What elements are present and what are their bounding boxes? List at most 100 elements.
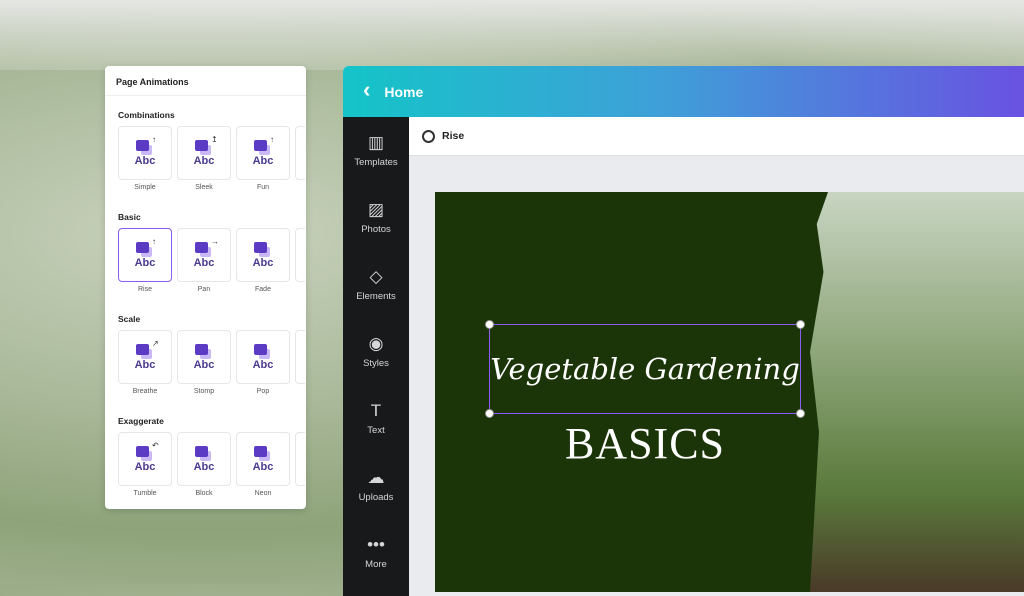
animation-tile-rise[interactable]: ↑ Abc	[118, 228, 172, 282]
editor-window: ‹ Home ▥ Templates ▨ Photos ◇ Elements ◉ Styles…	[343, 66, 1024, 596]
image-icon	[195, 446, 208, 457]
elements-icon: ◇	[369, 266, 383, 286]
tile-preview-text: Abc	[252, 155, 274, 167]
design-canvas[interactable]: Vegetable Gardening BASICS	[435, 192, 1024, 592]
tile-preview-text: Abc	[134, 155, 156, 167]
arrow-icon: ↶	[152, 441, 159, 450]
tile-label: Stomp	[193, 388, 215, 395]
tile-preview-text: Abc	[134, 359, 156, 371]
arrow-icon: ↑	[152, 135, 156, 144]
animation-tile-simple[interactable]: ↑ Abc	[118, 126, 172, 180]
tile-preview-text: Abc	[193, 257, 215, 269]
image-icon	[254, 140, 267, 151]
resize-handle[interactable]	[485, 320, 494, 329]
sidebar-item-label: Templates	[354, 156, 398, 168]
arrow-icon: ↥	[211, 135, 218, 144]
sidebar-item-elements[interactable]: ◇ Elements	[343, 251, 409, 318]
sidebar-item-templates[interactable]: ▥ Templates	[343, 117, 409, 184]
page-animations-panel: Page Animations Combinations ↑ Abc Simple ↥ A…	[105, 66, 306, 509]
header: ‹ Home	[343, 66, 1024, 117]
animation-tile-sleek[interactable]: ↥ Abc	[177, 126, 231, 180]
animation-tile-fade[interactable]: Abc	[236, 228, 290, 282]
section-heading: Combinations	[118, 110, 175, 120]
image-icon	[136, 344, 149, 355]
image-icon	[195, 140, 208, 151]
tile-label: Sleek	[195, 184, 213, 191]
sidebar-item-more[interactable]: ••• More	[343, 519, 409, 586]
sidebar-item-label: Elements	[356, 290, 396, 302]
subtitle-text[interactable]: BASICS	[489, 418, 801, 469]
animation-button[interactable]: Rise	[442, 130, 464, 142]
animation-tile-stomp[interactable]: Abc	[177, 330, 231, 384]
animation-tile-tumble[interactable]: ↶ Abc	[118, 432, 172, 486]
resize-handle[interactable]	[796, 409, 805, 418]
tile-preview-text: Abc	[134, 461, 156, 473]
toolbar: Rise	[409, 117, 1024, 156]
section-heading: Basic	[118, 212, 141, 222]
tile-label: Breathe	[132, 388, 158, 395]
image-icon	[136, 140, 149, 151]
tile-label: Pop	[256, 388, 270, 395]
tile-label: Pan	[197, 286, 211, 293]
tile-label: Neon	[254, 490, 272, 497]
more-tile[interactable]	[295, 228, 305, 282]
sidebar-item-photos[interactable]: ▨ Photos	[343, 184, 409, 251]
tile-preview-text: Abc	[134, 257, 156, 269]
image-icon	[254, 344, 267, 355]
templates-icon: ▥	[367, 132, 385, 152]
image-icon	[136, 242, 149, 253]
tile-preview-text: Abc	[193, 155, 215, 167]
sidebar-item-uploads[interactable]: ☁ Uploads	[343, 452, 409, 519]
sidebar-item-styles[interactable]: ◉ Styles	[343, 318, 409, 385]
more-icon: •••	[367, 534, 385, 554]
image-icon	[136, 446, 149, 457]
arrow-icon: ↑	[152, 237, 156, 246]
tile-label: Fade	[255, 286, 271, 293]
tile-label: Tumble	[133, 490, 157, 497]
image-icon	[254, 446, 267, 457]
tile-preview-text: Abc	[193, 461, 215, 473]
more-tile[interactable]	[295, 126, 305, 180]
back-icon[interactable]: ‹	[363, 77, 370, 103]
arrow-icon: →	[211, 237, 219, 246]
text-icon: T	[370, 400, 382, 420]
uploads-icon: ☁	[367, 467, 385, 487]
tile-preview-text: Abc	[252, 359, 274, 371]
image-icon	[195, 242, 208, 253]
arrow-icon: ↑	[270, 135, 274, 144]
animation-tile-pan[interactable]: → Abc	[177, 228, 231, 282]
section-heading: Scale	[118, 314, 141, 324]
background	[0, 0, 1024, 70]
more-tile[interactable]	[295, 432, 305, 486]
animation-tile-breathe[interactable]: ↗ Abc	[118, 330, 172, 384]
sidebar-item-label: Text	[367, 424, 385, 436]
animation-tile-block[interactable]: Abc	[177, 432, 231, 486]
tile-preview-text: Abc	[252, 257, 274, 269]
more-tile[interactable]	[295, 330, 305, 384]
sidebar-item-label: Styles	[363, 357, 389, 369]
animation-icon[interactable]	[422, 129, 435, 143]
sidebar-item-label: Uploads	[358, 491, 394, 503]
sidebar: ▥ Templates ▨ Photos ◇ Elements ◉ Styles T Text ☁ U…	[343, 117, 409, 596]
styles-icon: ◉	[368, 333, 384, 353]
image-icon	[254, 242, 267, 253]
arrow-icon: ↗	[152, 339, 159, 348]
sidebar-item-label: More	[365, 558, 387, 570]
tile-label: Fun	[256, 184, 270, 191]
resize-handle[interactable]	[796, 320, 805, 329]
gardener-photo	[810, 192, 1024, 592]
animation-tile-neon[interactable]: Abc	[236, 432, 290, 486]
script-title-textbox[interactable]: Vegetable Gardening	[489, 324, 801, 414]
tile-preview-text: Abc	[193, 359, 215, 371]
panel-title: Page Animations	[105, 66, 306, 96]
animation-tile-pop[interactable]: Abc	[236, 330, 290, 384]
section-heading: Exaggerate	[118, 416, 164, 426]
tile-label: Rise	[137, 286, 152, 293]
tile-label: Simple	[134, 184, 156, 191]
home-link[interactable]: Home	[384, 84, 423, 100]
animation-tile-fun[interactable]: ↑ Abc	[236, 126, 290, 180]
resize-handle[interactable]	[485, 409, 494, 418]
image-icon	[195, 344, 208, 355]
photos-icon: ▨	[367, 199, 385, 219]
sidebar-item-text[interactable]: T Text	[343, 385, 409, 452]
